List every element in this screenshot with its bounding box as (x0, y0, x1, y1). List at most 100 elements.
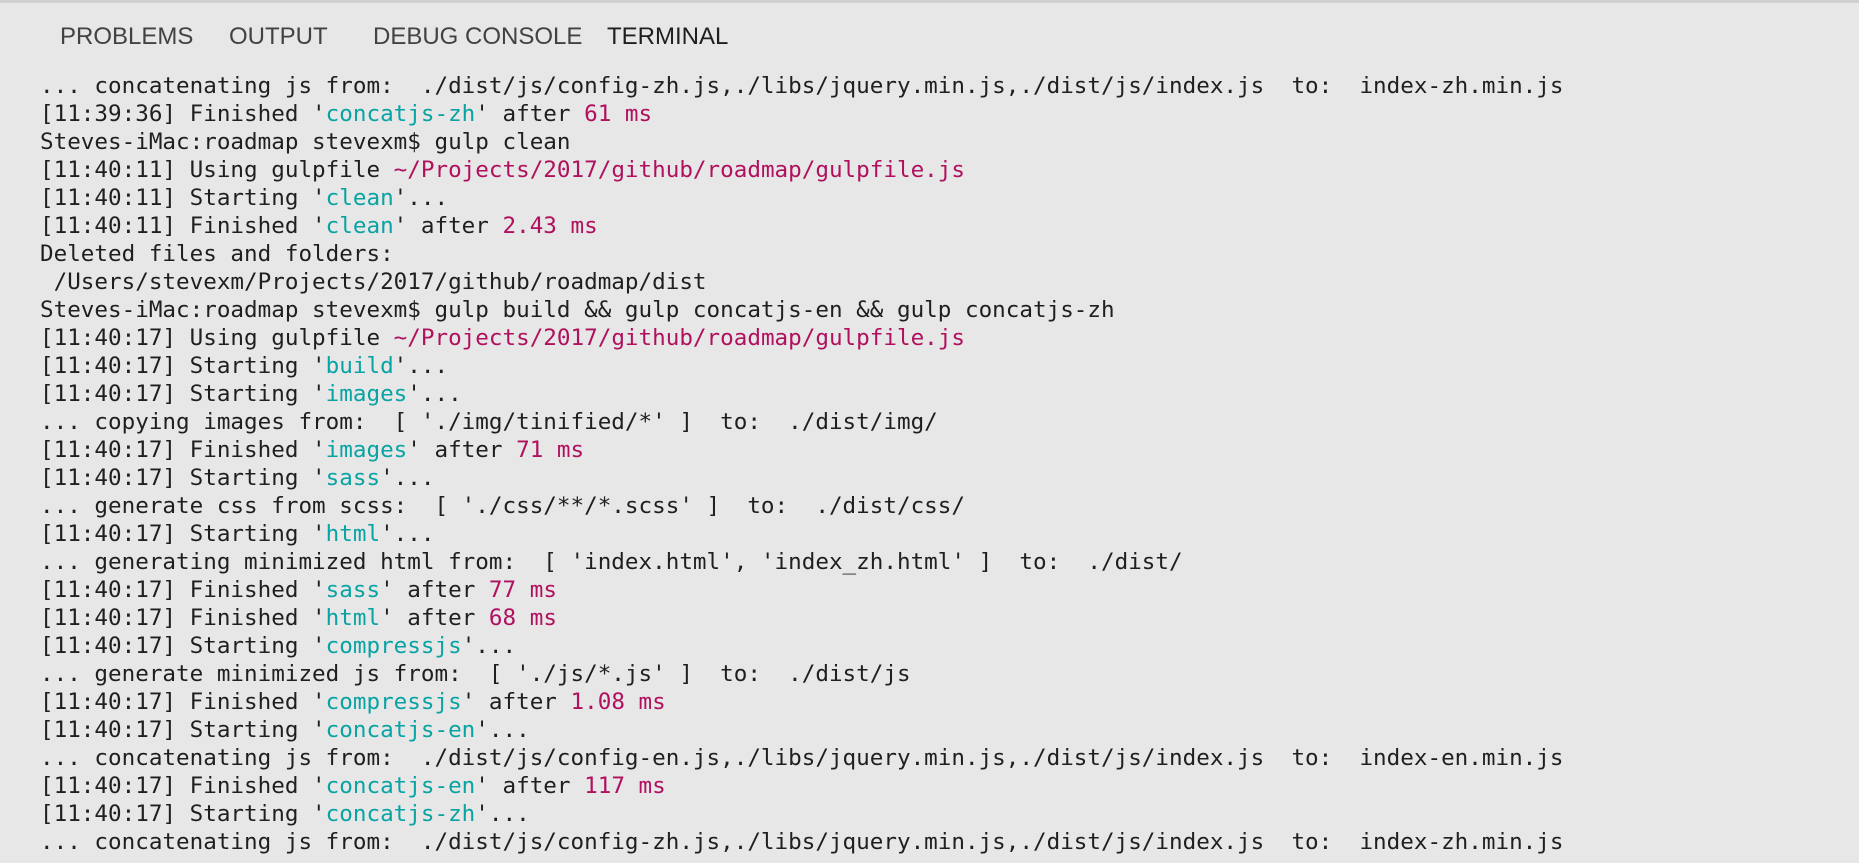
terminal-text: ... generate css from scss: [ './css/**/… (40, 493, 965, 519)
terminal-text: [11:40:17] Starting ' (40, 381, 326, 407)
task-name: concatjs-zh (325, 101, 476, 127)
terminal-line: [11:39:36] Finished 'concatjs-zh' after … (40, 100, 1840, 128)
highlighted-value: 2.43 ms (502, 213, 598, 239)
terminal-text: '... (461, 633, 517, 659)
terminal-line: ... concatenating js from: ./dist/js/con… (40, 72, 1840, 100)
terminal-line: [11:40:17] Starting 'images'... (40, 380, 1840, 408)
terminal-text: [11:40:17] Finished ' (40, 437, 326, 463)
terminal-text: ' after (380, 577, 489, 603)
terminal-text: Steves-iMac:roadmap stevexm$ gulp clean (40, 129, 571, 155)
terminal-text: /Users/stevexm/Projects/2017/github/road… (40, 269, 707, 295)
terminal-text: '... (475, 717, 530, 743)
terminal-text: [11:40:17] Finished ' (40, 577, 326, 603)
terminal-text: [11:40:11] Finished ' (40, 213, 326, 239)
terminal-text: [11:40:17] Starting ' (40, 353, 326, 379)
terminal-text: [11:40:11] Using gulpfile (40, 157, 394, 183)
highlighted-value: 71 ms (516, 437, 585, 463)
task-name: clean (325, 213, 394, 239)
terminal-text: ' after (475, 773, 585, 799)
task-name: sass (325, 577, 381, 603)
tab-problems[interactable]: PROBLEMS (60, 3, 193, 71)
terminal-text: [11:40:17] Starting ' (40, 521, 326, 547)
terminal-line: [11:40:17] Finished 'images' after 71 ms (40, 436, 1840, 464)
task-name: clean (325, 185, 394, 211)
terminal-text: [11:40:17] Finished ' (40, 773, 326, 799)
tab-terminal[interactable]: TERMINAL (607, 3, 728, 71)
terminal-line: ... copying images from: [ './img/tinifi… (40, 408, 1840, 436)
terminal-text: ... concatenating js from: ./dist/js/con… (40, 829, 1564, 855)
terminal-text: [11:40:17] Finished ' (40, 605, 326, 631)
terminal-text: Deleted files and folders: (40, 241, 394, 267)
terminal-line: [11:40:17] Finished 'html' after 68 ms (40, 604, 1840, 632)
task-name: sass (325, 465, 381, 491)
terminal-line: [11:40:11] Finished 'clean' after 2.43 m… (40, 212, 1840, 240)
terminal-line: ... generate css from scss: [ './css/**/… (40, 492, 1840, 520)
terminal-line: ... generating minimized html from: [ 'i… (40, 548, 1840, 576)
terminal-text: ' after (407, 437, 517, 463)
terminal-text: ... concatenating js from: ./dist/js/con… (40, 73, 1564, 99)
terminal-text: '... (407, 381, 462, 407)
terminal-text: [11:40:17] Starting ' (40, 717, 326, 743)
terminal-line: Steves-iMac:roadmap stevexm$ gulp clean (40, 128, 1840, 156)
terminal-line: [11:40:17] Starting 'html'... (40, 520, 1840, 548)
terminal-line: [11:40:17] Starting 'concatjs-en'... (40, 716, 1840, 744)
terminal-line: [11:40:17] Starting 'build'... (40, 352, 1840, 380)
terminal-text: Steves-iMac:roadmap stevexm$ gulp build … (40, 297, 1115, 323)
terminal-line: [11:40:17] Finished 'compressjs' after 1… (40, 688, 1840, 716)
terminal-line: ... concatenating js from: ./dist/js/con… (40, 744, 1840, 772)
terminal-line: ... concatenating js from: ./dist/js/con… (40, 828, 1840, 856)
task-name: html (325, 605, 381, 631)
terminal-line: [11:40:17] Starting 'compressjs'... (40, 632, 1840, 660)
panel-tab-bar: PROBLEMS OUTPUT DEBUG CONSOLE TERMINAL (0, 3, 1859, 71)
terminal-text: '... (475, 801, 530, 827)
terminal-text: ' after (461, 689, 571, 715)
task-name: images (325, 381, 408, 407)
terminal-line: Steves-iMac:roadmap stevexm$ gulp build … (40, 296, 1840, 324)
task-name: compressjs (325, 633, 462, 659)
terminal-line: /Users/stevexm/Projects/2017/github/road… (40, 268, 1840, 296)
task-name: concatjs-zh (325, 801, 476, 827)
terminal-text: [11:40:17] Starting ' (40, 465, 326, 491)
terminal-line: [11:40:11] Starting 'clean'... (40, 184, 1840, 212)
terminal-text: [11:40:17] Starting ' (40, 633, 326, 659)
terminal-text: ... generate minimized js from: [ './js/… (40, 661, 911, 687)
task-name: build (325, 353, 394, 379)
terminal-text: '... (380, 521, 435, 547)
terminal-line: [11:40:11] Using gulpfile ~/Projects/201… (40, 156, 1840, 184)
highlighted-value: 117 ms (584, 773, 666, 799)
highlighted-value: 1.08 ms (570, 689, 666, 715)
terminal-text: [11:40:17] Starting ' (40, 801, 326, 827)
terminal-output[interactable]: ... concatenating js from: ./dist/js/con… (40, 72, 1840, 862)
terminal-text: ' after (380, 605, 489, 631)
terminal-text: '... (380, 465, 435, 491)
terminal-text: [11:40:11] Starting ' (40, 185, 326, 211)
task-name: concatjs-en (325, 773, 476, 799)
highlighted-value: ~/Projects/2017/github/roadmap/gulpfile.… (393, 325, 965, 351)
tab-output[interactable]: OUTPUT (229, 3, 328, 71)
terminal-text: ' after (475, 101, 585, 127)
terminal-line: [11:40:17] Starting 'concatjs-zh'... (40, 800, 1840, 828)
terminal-line: ... generate minimized js from: [ './js/… (40, 660, 1840, 688)
terminal-text: [11:40:17] Using gulpfile (40, 325, 394, 351)
task-name: html (325, 521, 381, 547)
task-name: concatjs-en (325, 717, 476, 743)
terminal-text: ... copying images from: [ './img/tinifi… (40, 409, 938, 435)
terminal-line: [11:40:17] Finished 'concatjs-en' after … (40, 772, 1840, 800)
terminal-line: [11:40:17] Using gulpfile ~/Projects/201… (40, 324, 1840, 352)
terminal-line: [11:40:17] Finished 'sass' after 77 ms (40, 576, 1840, 604)
tab-debug-console[interactable]: DEBUG CONSOLE (373, 3, 582, 71)
terminal-text: [11:40:17] Finished ' (40, 689, 326, 715)
terminal-text: ... generating minimized html from: [ 'i… (40, 549, 1183, 575)
terminal-text: '... (393, 185, 449, 211)
highlighted-value: 77 ms (488, 577, 557, 603)
terminal-text: ... concatenating js from: ./dist/js/con… (40, 745, 1564, 771)
terminal-text: [11:39:36] Finished ' (40, 101, 326, 127)
terminal-text: ' after (393, 213, 503, 239)
task-name: compressjs (325, 689, 462, 715)
highlighted-value: 61 ms (584, 101, 653, 127)
highlighted-value: ~/Projects/2017/github/roadmap/gulpfile.… (393, 157, 965, 183)
terminal-text: '... (393, 353, 449, 379)
highlighted-value: 68 ms (488, 605, 557, 631)
terminal-line: [11:40:17] Starting 'sass'... (40, 464, 1840, 492)
terminal-line: Deleted files and folders: (40, 240, 1840, 268)
